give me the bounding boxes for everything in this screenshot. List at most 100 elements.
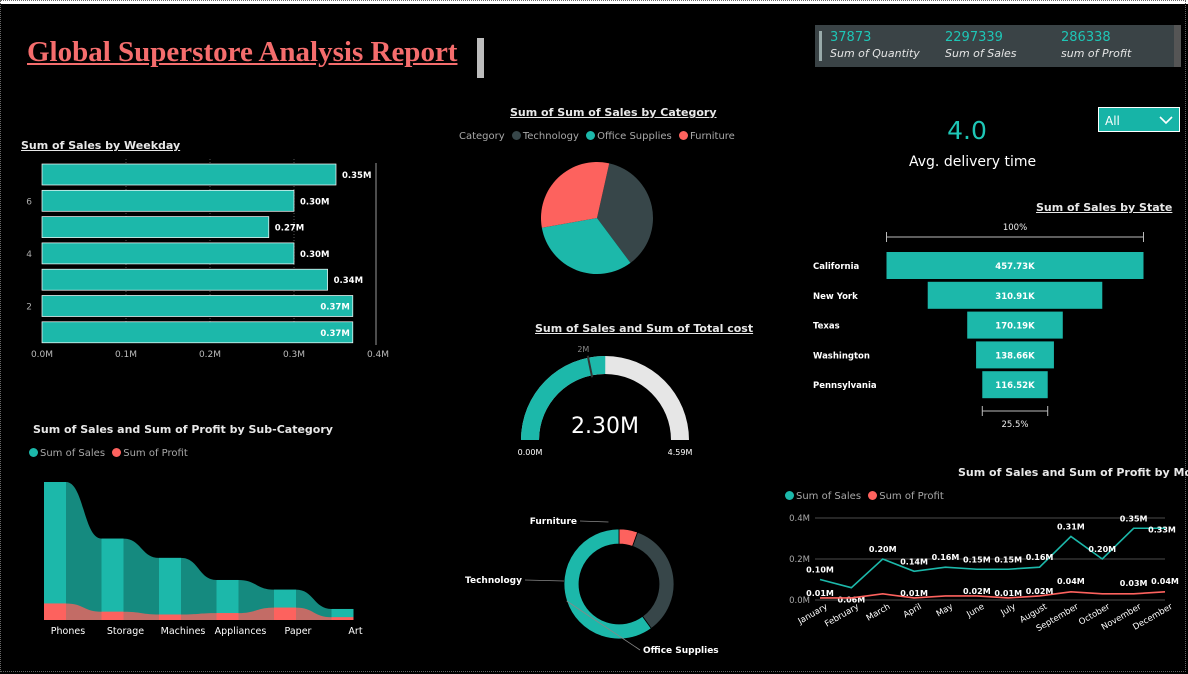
weekday-bar	[41, 321, 354, 344]
gauge-title: Sum of Sales and Sum of Total cost	[535, 322, 754, 335]
kpi-quantity-value: 37873	[830, 30, 872, 45]
month-data-label: 0.01M	[806, 589, 834, 598]
month-series-line	[819, 527, 1165, 589]
month-data-label: 0.04M	[1151, 577, 1179, 586]
month-chart-legend: Sum of Sales Sum of Profit	[785, 491, 944, 502]
funnel-bar-label: 310.91K	[995, 292, 1035, 302]
funnel-category-label: New York	[813, 292, 858, 302]
legend-dot-technology	[511, 131, 521, 140]
donut-leader-line	[524, 579, 565, 582]
month-line-chart[interactable]: 0.0M0.2M0.4M0.10M0.06M0.20M0.14M 0.16M 0.1…	[780, 505, 1180, 655]
category-donut-chart[interactable]: Furniture Technology Office Supplies	[465, 505, 725, 665]
weekday-x-tick: 0.0M	[31, 350, 53, 360]
month-data-label: 0.35M	[1120, 514, 1148, 523]
legend-dot-sales	[29, 448, 38, 457]
legend-dot-month-sales	[785, 491, 794, 500]
month-chart-title: Sum of Sales and Sum of Profit by Month	[958, 466, 1188, 479]
month-data-label: 0.01M	[994, 589, 1022, 598]
ribbon-category-label: Storage	[107, 626, 144, 637]
weekday-bar	[41, 189, 295, 212]
month-x-tick: March	[865, 602, 892, 624]
kpi-profit: 286338 sum of Profit	[1061, 30, 1131, 60]
funnel-bar-label: 138.66K	[995, 351, 1035, 361]
weekday-bar	[41, 216, 270, 238]
month-series-line	[820, 590, 1166, 599]
title-decoration-bar	[477, 38, 484, 78]
donut-label: Furniture	[530, 517, 577, 527]
funnel-bottom-percent: 25.5%	[1001, 420, 1028, 430]
month-x-tick: June	[964, 602, 986, 620]
legend-month-sales[interactable]: Sum of Sales	[796, 491, 861, 502]
month-data-label: 0.20M	[869, 545, 897, 554]
legend-dot-profit	[112, 448, 122, 457]
weekday-bar-label: 0.27M	[275, 224, 304, 234]
funnel-category-label: Texas	[813, 322, 840, 332]
ribbon-category-label: Appliances	[215, 626, 267, 637]
ribbon-sales-column	[44, 482, 66, 620]
weekday-chart-title: Sum of Sales by Weekday	[21, 139, 181, 152]
legend-profit[interactable]: Sum of Profit	[123, 448, 188, 459]
legend-technology[interactable]: Technology	[523, 131, 579, 142]
weekday-bar	[41, 242, 295, 265]
month-data-label: 0.10M	[806, 566, 834, 575]
funnel-category-label: California	[813, 262, 859, 272]
category-pie-chart[interactable]	[535, 160, 659, 278]
subcategory-ribbon-chart[interactable]: Phones Storage Machines Appliances Paper Art	[40, 470, 380, 645]
kpi-scrollbar[interactable]	[1174, 25, 1181, 67]
weekday-bar-chart[interactable]: 0.0M 0.1M 0.2M 0.3M 0.4M 0.35M 0.30M 0.27M 0.30M…	[10, 155, 410, 365]
ribbon-category-label: Phones	[51, 626, 85, 637]
funnel-bar-label: 116.52K	[995, 381, 1035, 391]
month-data-label: 0.16M	[1026, 553, 1054, 562]
weekday-x-tick: 0.1M	[115, 350, 137, 360]
slicer-value: All	[1105, 114, 1120, 128]
donut-label: Office Supplies	[643, 646, 719, 656]
month-y-tick: 0.4M	[789, 514, 810, 524]
month-y-tick: 0.2M	[789, 555, 810, 565]
legend-furniture[interactable]: Furniture	[690, 131, 735, 142]
kpi-card-strip[interactable]: 37873 Sum of Quantity 2297339 Sum of Sal…	[815, 25, 1181, 67]
kpi-profit-label: sum of Profit	[1061, 47, 1132, 60]
ribbon-profit-column	[101, 611, 124, 620]
state-funnel-title: Sum of Sales by State	[1036, 201, 1173, 214]
gauge-value: 2.30M	[571, 414, 639, 439]
month-data-label: 0.03M	[1120, 579, 1148, 588]
subcategory-legend: Sum of Sales Sum of Profit	[29, 448, 188, 459]
category-pie-title: Sum of Sum of Sales by Category	[510, 106, 717, 119]
kpi-quantity-label: Sum of Quantity	[830, 47, 920, 60]
month-x-tick: April	[902, 602, 924, 620]
month-data-label: 0.15M	[994, 555, 1022, 564]
avg-delivery-value: 4.0	[947, 116, 987, 145]
legend-dot-month-profit	[868, 491, 878, 500]
weekday-bar-label: 0.37M	[320, 303, 349, 313]
weekday-y-tick: 4	[26, 250, 32, 260]
subcategory-chart-title: Sum of Sales and Sum of Profit by Sub-Ca…	[33, 423, 333, 436]
legend-sales[interactable]: Sum of Sales	[40, 448, 105, 459]
legend-title: Category	[459, 131, 505, 142]
month-data-label: 0.02M	[963, 587, 991, 596]
weekday-x-tick: 0.3M	[283, 350, 305, 360]
kpi-sales-label: Sum of Sales	[945, 47, 1017, 60]
avg-delivery-label: Avg. delivery time	[909, 154, 1037, 170]
donut-label: Technology	[465, 576, 522, 586]
ribbon-profit-column	[331, 617, 354, 620]
ribbon-category-label: Paper	[285, 626, 312, 637]
legend-dot-office-supplies	[586, 131, 596, 140]
chevron-down-icon	[1159, 116, 1173, 125]
ribbon-sales	[44, 482, 354, 620]
legend-month-profit[interactable]: Sum of Profit	[879, 491, 944, 502]
weekday-y-tick: 6	[26, 197, 32, 207]
month-data-label: 0.15M	[963, 555, 991, 564]
weekday-bar-label: 0.34M	[334, 276, 363, 286]
filter-slicer-dropdown[interactable]: All	[1098, 107, 1180, 132]
weekday-bar-label: 0.30M	[300, 250, 329, 260]
month-data-label: 0.02M	[1026, 587, 1054, 596]
ribbon-profit-column	[216, 613, 239, 620]
month-data-label: 0.33M	[1148, 525, 1176, 534]
month-data-label: 0.16M	[932, 553, 960, 562]
state-funnel-chart[interactable]: 100% 457.73K California 310.91K New York 170.…	[805, 215, 1165, 435]
weekday-x-tick: 0.2M	[199, 350, 221, 360]
legend-office-supplies[interactable]: Office Supplies	[597, 131, 672, 142]
sales-cost-gauge[interactable]: 2M 2.30M 0.00M 4.59M	[500, 340, 710, 465]
month-x-tick: February	[823, 602, 861, 629]
kpi-accent-bar	[819, 31, 822, 61]
